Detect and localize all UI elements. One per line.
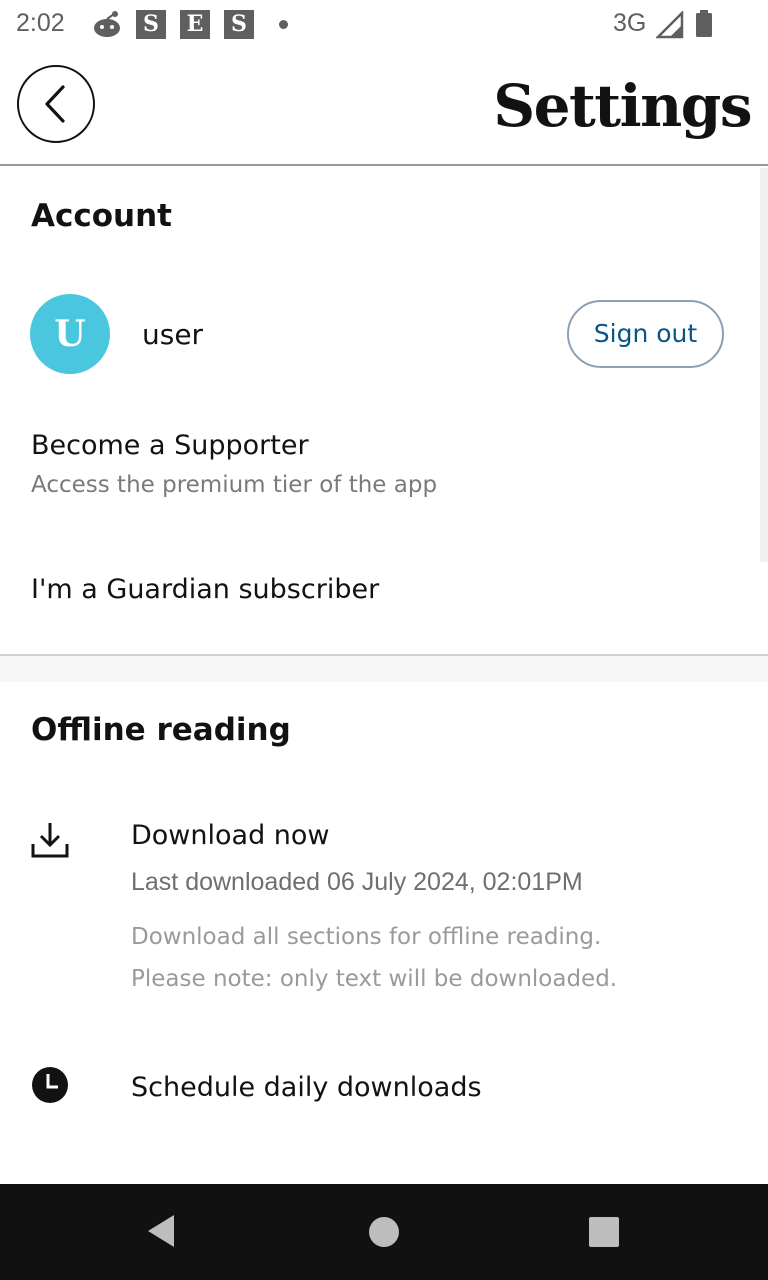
section-divider (0, 656, 768, 682)
clock-icon (31, 1066, 69, 1108)
sign-out-button[interactable]: Sign out (567, 300, 724, 368)
download-note-line: Download all sections for offline readin… (131, 924, 602, 950)
download-note-line: Please note: only text will be downloade… (131, 966, 618, 992)
nav-home-icon[interactable] (368, 1214, 400, 1252)
system-nav-bar (0, 1184, 768, 1280)
last-downloaded-text: Last downloaded 06 July 2024, 02:01PM (131, 868, 583, 896)
offline-heading: Offline reading (31, 712, 291, 748)
offline-reading-section: Offline reading Download now Last downlo… (0, 682, 768, 1184)
nav-recents-icon[interactable] (588, 1214, 620, 1252)
network-type: 3G (613, 9, 647, 37)
become-supporter-item[interactable]: Become a Supporter Access the premium ti… (0, 418, 760, 518)
status-time: 2:02 (16, 9, 65, 37)
back-button[interactable] (17, 65, 95, 143)
dot-icon (279, 20, 288, 29)
notification-s-icon: S (224, 10, 254, 39)
subscriber-title: I'm a Guardian subscriber (31, 574, 380, 605)
nav-back-icon[interactable] (146, 1214, 176, 1252)
download-now-item[interactable]: Download now Last downloaded 06 July 202… (0, 808, 768, 1008)
notification-s-icon: S (136, 10, 166, 39)
schedule-downloads-item[interactable]: Schedule daily downloads (0, 1062, 768, 1122)
notification-e-icon: E (180, 10, 210, 39)
account-heading: Account (31, 198, 172, 234)
avatar: U (30, 294, 110, 374)
app-header: Settings (0, 48, 768, 166)
status-bar: 2:02 S E S 3G (0, 0, 768, 48)
account-section: Account U user Sign out Become a Support… (0, 168, 768, 656)
chevron-left-icon (45, 85, 65, 123)
signal-icon (654, 9, 684, 43)
battery-icon (696, 10, 712, 42)
username: user (142, 318, 204, 351)
page-title: Settings (493, 72, 752, 140)
schedule-downloads-title: Schedule daily downloads (131, 1072, 482, 1103)
guardian-subscriber-item[interactable]: I'm a Guardian subscriber (0, 564, 760, 624)
download-icon (30, 820, 70, 864)
supporter-title: Become a Supporter (31, 430, 309, 461)
download-now-title: Download now (131, 820, 330, 851)
scrollbar[interactable] (760, 168, 768, 562)
supporter-subtitle: Access the premium tier of the app (31, 472, 438, 498)
reddit-icon (92, 9, 122, 43)
